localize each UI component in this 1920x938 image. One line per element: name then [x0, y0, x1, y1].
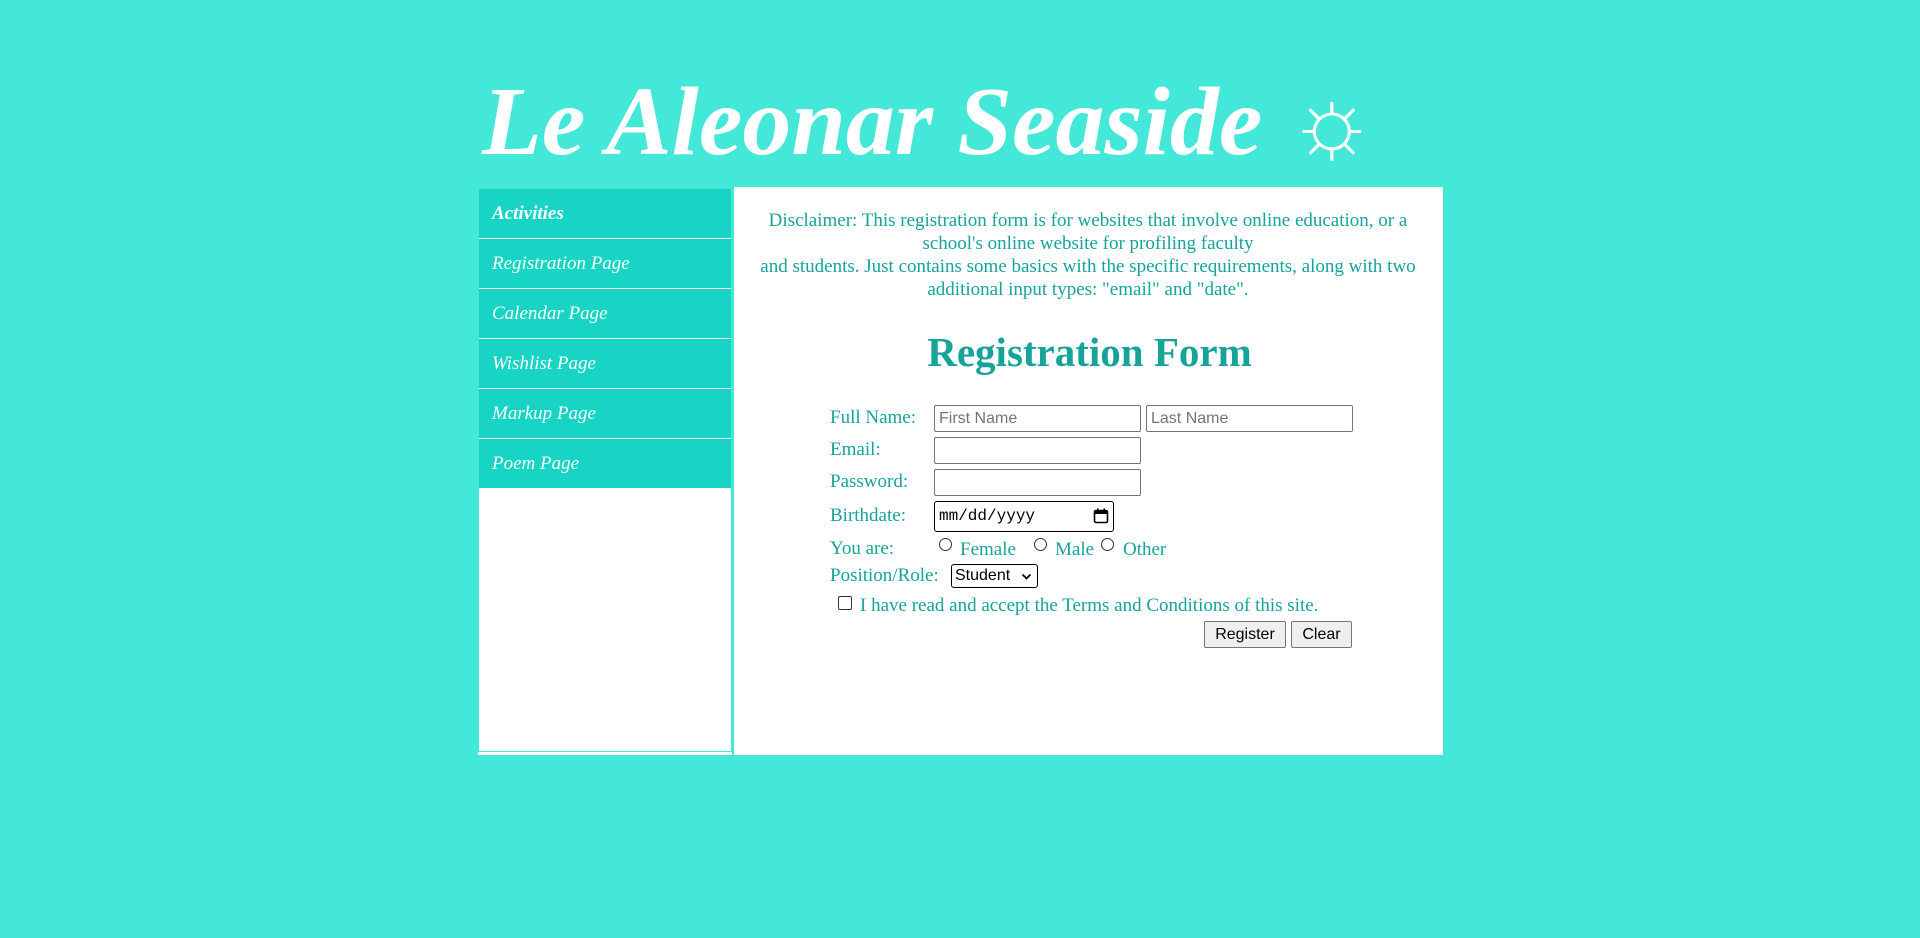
radio-female[interactable]: [939, 538, 952, 551]
sidebar-nav: Activities Registration Page Calendar Pa…: [478, 187, 732, 752]
radio-other-label: Other: [1123, 539, 1167, 560]
email-input[interactable]: [934, 437, 1141, 464]
birthdate-label: Birthdate:: [830, 505, 906, 526]
site-title: Le Aleonar Seaside ☼: [482, 62, 1377, 182]
role-selected-value: Student: [955, 567, 1011, 584]
sun-icon: ☼: [1286, 68, 1377, 176]
last-name-input[interactable]: [1146, 405, 1353, 432]
nav-list: Activities Registration Page Calendar Pa…: [479, 189, 731, 489]
role-label: Position/Role:: [830, 565, 939, 586]
password-label: Password:: [830, 471, 909, 492]
radio-other[interactable]: [1101, 538, 1114, 551]
nav-item-activities[interactable]: Activities: [479, 189, 731, 239]
chevron-down-icon: [1021, 573, 1032, 580]
birthdate-placeholder: mm/dd/yyyy: [939, 507, 1036, 525]
register-button[interactable]: Register: [1204, 621, 1286, 648]
disclaimer-line-1: Disclaimer: This registration form is fo…: [768, 210, 1408, 254]
nav-item-markup-page[interactable]: Markup Page: [479, 389, 731, 439]
first-name-input[interactable]: [934, 405, 1141, 432]
clear-button[interactable]: Clear: [1291, 621, 1352, 648]
role-select[interactable]: Student: [951, 564, 1038, 588]
page-container: Activities Registration Page Calendar Pa…: [478, 187, 1443, 755]
radio-male-label: Male: [1055, 539, 1095, 560]
site-title-text: Le Aleonar Seaside: [482, 68, 1263, 176]
terms-checkbox[interactable]: [838, 596, 852, 610]
birthdate-input[interactable]: mm/dd/yyyy: [934, 501, 1114, 532]
nav-item-wishlist-page[interactable]: Wishlist Page: [479, 339, 731, 389]
email-label: Email:: [830, 439, 881, 460]
radio-female-label: Female: [960, 539, 1016, 560]
disclaimer-line-2: and students. Just contains some basics …: [760, 256, 1416, 300]
nav-item-calendar-page[interactable]: Calendar Page: [479, 289, 731, 339]
terms-label: I have read and accept the Terms and Con…: [860, 595, 1319, 616]
form-title: Registration Form: [927, 329, 1252, 375]
full-name-label: Full Name:: [830, 407, 917, 428]
radio-male[interactable]: [1034, 538, 1047, 551]
nav-item-registration-page[interactable]: Registration Page: [479, 239, 731, 289]
main-content: Disclaimer: This registration form is fo…: [732, 187, 1443, 755]
you-are-label: You are:: [830, 538, 895, 559]
disclaimer: Disclaimer: This registration form is fo…: [748, 209, 1428, 301]
nav-item-poem-page[interactable]: Poem Page: [479, 439, 731, 489]
password-input[interactable]: [934, 469, 1141, 496]
calendar-icon[interactable]: [1093, 508, 1109, 524]
